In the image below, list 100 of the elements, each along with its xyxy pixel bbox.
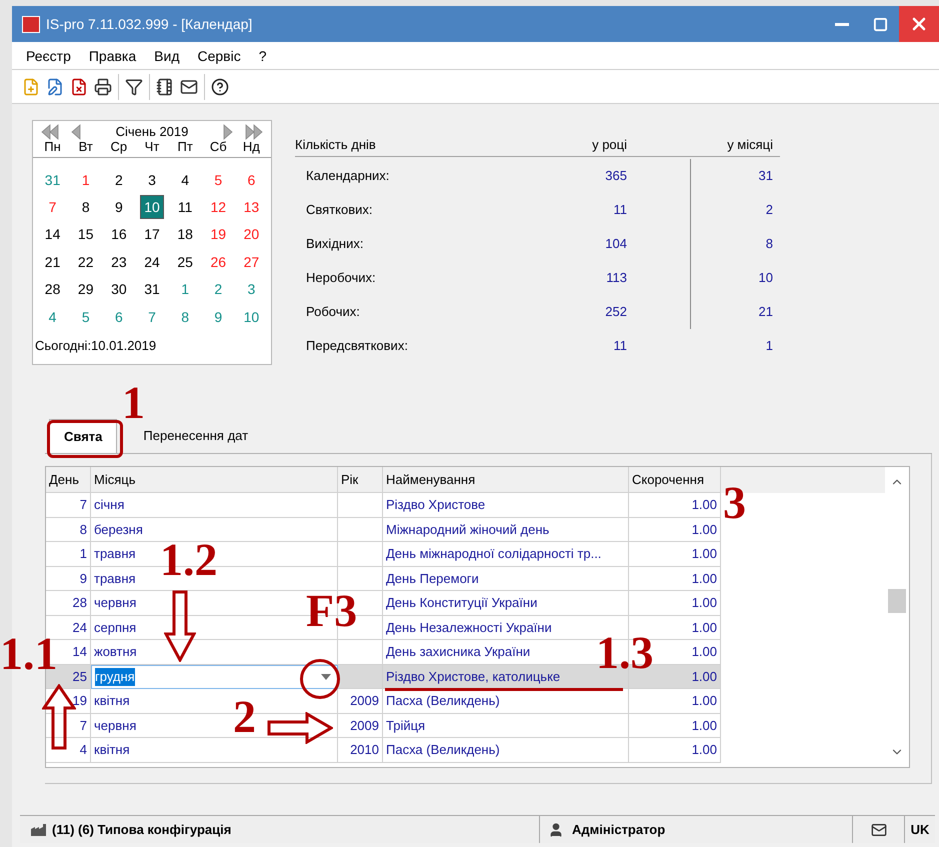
previous-icon[interactable]: [71, 124, 81, 140]
calendar-day[interactable]: 2: [112, 168, 126, 191]
calendar-day[interactable]: 14: [42, 223, 64, 246]
table-cell[interactable]: [338, 542, 383, 566]
new-document-icon[interactable]: [22, 78, 40, 96]
table-cell[interactable]: 2010: [338, 738, 383, 762]
calendar-day[interactable]: 28: [42, 278, 64, 300]
table-cell[interactable]: березня: [91, 518, 338, 542]
month-dropdown[interactable]: грудня: [91, 664, 338, 689]
printer-icon[interactable]: [94, 78, 112, 96]
table-cell[interactable]: 28: [46, 591, 91, 616]
calendar-day[interactable]: 16: [108, 223, 130, 246]
calendar-day[interactable]: 10: [140, 195, 164, 220]
calendar-day[interactable]: 6: [244, 168, 258, 191]
first-page-icon[interactable]: [41, 124, 59, 140]
menu-item[interactable]: Сервіс: [197, 46, 241, 67]
table-cell[interactable]: 1.00: [692, 618, 717, 637]
calendar-day[interactable]: 8: [78, 196, 93, 218]
menu-item[interactable]: Реєстр: [26, 46, 71, 67]
table-cell[interactable]: квітня: [91, 738, 338, 762]
table-cell[interactable]: День Перемоги: [386, 568, 479, 588]
table-cell[interactable]: 1.00: [692, 568, 717, 588]
table-cell[interactable]: січня: [91, 493, 338, 518]
table-cell[interactable]: Трійця: [386, 716, 426, 735]
calendar-day[interactable]: 24: [141, 250, 163, 273]
calendar-day[interactable]: 1: [178, 278, 192, 300]
table-cell[interactable]: 1.00: [692, 642, 717, 662]
calendar-day[interactable]: 20: [240, 223, 262, 246]
menu-item[interactable]: Вид: [154, 46, 180, 67]
menu-item[interactable]: ?: [258, 46, 267, 67]
calendar-day[interactable]: 25: [174, 250, 196, 273]
table-cell[interactable]: [338, 493, 383, 518]
calendar-day[interactable]: 7: [46, 196, 60, 218]
table-cell[interactable]: 1: [46, 542, 91, 566]
table-cell[interactable]: 2009: [338, 714, 383, 738]
table-cell[interactable]: День захисника України: [386, 642, 530, 662]
scrollbar-thumb[interactable]: [888, 589, 906, 613]
table-cell[interactable]: [338, 640, 383, 664]
table-cell[interactable]: Пасха (Великдень): [386, 740, 500, 760]
table-cell[interactable]: 1.00: [692, 691, 717, 710]
calendar-day[interactable]: 27: [240, 250, 262, 273]
dropdown-caret-icon[interactable]: [321, 674, 331, 680]
calendar-day[interactable]: 7: [145, 306, 159, 328]
table-cell[interactable]: 1.00: [692, 544, 717, 564]
notebook-icon[interactable]: [156, 78, 174, 96]
table-cell[interactable]: 1.00: [692, 520, 717, 539]
calendar-day[interactable]: 10: [240, 306, 262, 328]
table-cell[interactable]: [338, 566, 383, 591]
calendar-day[interactable]: 22: [74, 250, 96, 273]
table-cell[interactable]: День Незалежності України: [386, 618, 552, 637]
calendar-day[interactable]: 11: [174, 196, 196, 218]
calendar-day[interactable]: 31: [42, 168, 64, 191]
table-cell[interactable]: Різдво Христове: [386, 495, 486, 514]
table-cell[interactable]: 8: [46, 518, 91, 542]
table-cell[interactable]: День Конституції України: [386, 593, 538, 612]
calendar-day[interactable]: 3: [145, 168, 159, 191]
table-cell[interactable]: 9: [46, 566, 91, 591]
calendar-day[interactable]: 3: [244, 278, 258, 300]
last-page-icon[interactable]: [245, 124, 263, 140]
calendar-day[interactable]: 13: [240, 196, 262, 218]
table-cell[interactable]: 1.00: [692, 593, 717, 612]
delete-document-icon[interactable]: [70, 78, 88, 96]
calendar-day[interactable]: 30: [108, 278, 130, 300]
calendar-day[interactable]: 29: [74, 278, 96, 300]
edit-document-icon[interactable]: [46, 78, 64, 96]
calendar-day[interactable]: 31: [141, 278, 163, 300]
calendar-day[interactable]: 4: [178, 168, 192, 191]
calendar-day[interactable]: 21: [42, 250, 64, 273]
table-cell[interactable]: 7: [46, 493, 91, 518]
calendar-day[interactable]: 5: [78, 306, 93, 328]
calendar-day[interactable]: 19: [207, 223, 230, 246]
calendar-day[interactable]: 12: [207, 196, 230, 218]
calendar-day[interactable]: 1: [78, 168, 93, 191]
table-cell[interactable]: 1.00: [692, 716, 717, 735]
calendar-day[interactable]: 15: [74, 223, 96, 246]
calendar-day[interactable]: 23: [108, 250, 130, 273]
table-cell[interactable]: [338, 664, 383, 689]
table-cell[interactable]: Міжнародний жіночий день: [386, 520, 550, 539]
table-cell[interactable]: 24: [46, 616, 91, 640]
calendar-day[interactable]: 5: [211, 168, 226, 191]
calendar-day[interactable]: 4: [46, 306, 60, 328]
calendar-day[interactable]: 18: [174, 223, 196, 246]
table-cell[interactable]: 2009: [338, 689, 383, 714]
calendar-day[interactable]: 9: [112, 196, 126, 218]
mail-icon[interactable]: [870, 822, 886, 838]
calendar-day[interactable]: 2: [211, 278, 226, 300]
table-cell[interactable]: День міжнародної солідарності тр...: [386, 544, 602, 564]
calendar-day[interactable]: 8: [178, 306, 192, 328]
calendar-day[interactable]: 9: [211, 306, 226, 328]
tab[interactable]: Свята: [49, 419, 118, 453]
close-button[interactable]: [899, 6, 939, 42]
table-cell[interactable]: 1.00: [692, 495, 717, 514]
table-cell[interactable]: жовтня: [91, 640, 338, 664]
next-icon[interactable]: [223, 124, 233, 140]
menu-item[interactable]: Правка: [88, 46, 136, 67]
help-icon[interactable]: [211, 78, 229, 96]
table-cell[interactable]: [338, 518, 383, 542]
mail-icon[interactable]: [180, 78, 198, 96]
calendar-day[interactable]: 17: [141, 223, 163, 246]
table-cell[interactable]: 1.00: [692, 740, 717, 760]
